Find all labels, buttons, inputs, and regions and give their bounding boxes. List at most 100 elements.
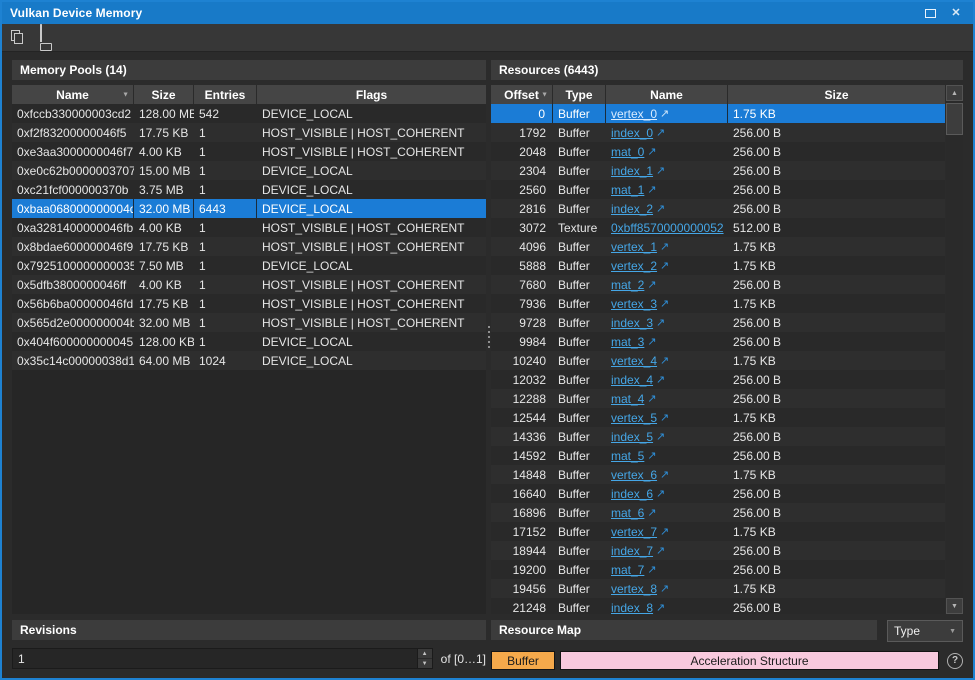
resources-scrollbar[interactable]: ▲ ▼ [946,85,963,614]
memory-pool-row[interactable]: 0xa3281400000046fb 4.00 KB 1 HOST_VISIBL… [12,218,486,237]
resource-link[interactable]: mat_2 [611,278,644,292]
go-to-resource-icon[interactable]: ↗ [660,297,669,310]
go-to-resource-icon[interactable]: ↗ [656,601,665,614]
column-header-size[interactable]: Size [134,85,194,104]
resource-link[interactable]: index_0 [611,126,653,140]
go-to-resource-icon[interactable]: ↗ [660,468,669,481]
resource-link[interactable]: vertex_6 [611,468,657,482]
memory-pool-row[interactable]: 0xc21fcf000000370b 3.75 MB 1 DEVICE_LOCA… [12,180,486,199]
go-to-resource-icon[interactable]: ↗ [656,544,665,557]
go-to-resource-icon[interactable]: ↗ [656,487,665,500]
resource-row[interactable]: 16896 Buffer mat_6 ↗ 256.00 B [491,503,945,522]
resource-link[interactable]: index_7 [611,544,653,558]
scrollbar-thumb[interactable] [946,103,963,135]
go-to-resource-icon[interactable]: ↗ [660,240,669,253]
revision-value[interactable]: 1 [13,649,417,668]
column-header-name[interactable]: Name ▼ [12,85,134,104]
resource-link[interactable]: mat_1 [611,183,644,197]
resource-row[interactable]: 14336 Buffer index_5 ↗ 256.00 B [491,427,945,446]
go-to-resource-icon[interactable]: ↗ [647,392,656,405]
go-to-resource-icon[interactable]: ↗ [660,107,669,120]
go-to-resource-icon[interactable]: ↗ [660,259,669,272]
close-button[interactable]: ✕ [947,5,965,21]
resource-row[interactable]: 10240 Buffer vertex_4 ↗ 1.75 KB [491,351,945,370]
go-to-resource-icon[interactable]: ↗ [656,126,665,139]
column-header-entries[interactable]: Entries [194,85,257,104]
resource-link[interactable]: index_3 [611,316,653,330]
column-header-size[interactable]: Size [728,85,945,104]
resource-row[interactable]: 14848 Buffer vertex_6 ↗ 1.75 KB [491,465,945,484]
memory-pool-row[interactable]: 0x7925100000000035 7.50 MB 1 DEVICE_LOCA… [12,256,486,275]
go-to-resource-icon[interactable]: ↗ [647,183,656,196]
memory-pool-row[interactable]: 0x5dfb3800000046ff 4.00 KB 1 HOST_VISIBL… [12,275,486,294]
resource-row[interactable]: 2048 Buffer mat_0 ↗ 256.00 B [491,142,945,161]
resource-row[interactable]: 19456 Buffer vertex_8 ↗ 1.75 KB [491,579,945,598]
resource-link[interactable]: index_4 [611,373,653,387]
resource-link[interactable]: vertex_2 [611,259,657,273]
title-bar[interactable]: Vulkan Device Memory ✕ [2,2,973,24]
go-to-resource-icon[interactable]: ↗ [656,164,665,177]
lock-button[interactable] [37,29,55,47]
revision-decrement-button[interactable]: ▼ [418,659,432,668]
resource-row[interactable]: 18944 Buffer index_7 ↗ 256.00 B [491,541,945,560]
resource-link[interactable]: mat_5 [611,449,644,463]
resource-row[interactable]: 9984 Buffer mat_3 ↗ 256.00 B [491,332,945,351]
go-to-resource-icon[interactable]: ↗ [647,335,656,348]
resource-link[interactable]: mat_3 [611,335,644,349]
resource-row[interactable]: 16640 Buffer index_6 ↗ 256.00 B [491,484,945,503]
scroll-up-button[interactable]: ▲ [946,85,963,101]
resource-row[interactable]: 4096 Buffer vertex_1 ↗ 1.75 KB [491,237,945,256]
go-to-resource-icon[interactable]: ↗ [656,202,665,215]
resource-row[interactable]: 5888 Buffer vertex_2 ↗ 1.75 KB [491,256,945,275]
float-window-button[interactable] [921,5,939,21]
resource-row[interactable]: 7680 Buffer mat_2 ↗ 256.00 B [491,275,945,294]
resource-row[interactable]: 21248 Buffer index_8 ↗ 256.00 B [491,598,945,614]
memory-pool-row[interactable]: 0xe3aa3000000046f7 4.00 KB 1 HOST_VISIBL… [12,142,486,161]
resource-row[interactable]: 7936 Buffer vertex_3 ↗ 1.75 KB [491,294,945,313]
go-to-resource-icon[interactable]: ↗ [647,278,656,291]
map-segment-acceleration-structure[interactable]: Acceleration Structure [560,651,939,670]
column-header-type[interactable]: Type [553,85,606,104]
resource-link[interactable]: vertex_4 [611,354,657,368]
resource-link[interactable]: index_2 [611,202,653,216]
memory-pool-row[interactable]: 0xf2f83200000046f5 17.75 KB 1 HOST_VISIB… [12,123,486,142]
column-header-name[interactable]: Name [606,85,728,104]
go-to-resource-icon[interactable]: ↗ [660,354,669,367]
resource-link[interactable]: vertex_5 [611,411,657,425]
resource-map-filter-dropdown[interactable]: Type ▼ [887,620,963,642]
resource-link[interactable]: vertex_0 [611,107,657,121]
go-to-resource-icon[interactable]: ↗ [647,145,656,158]
memory-pool-row[interactable]: 0x565d2e000000004b 32.00 MB 1 HOST_VISIB… [12,313,486,332]
memory-pool-row[interactable]: 0xbaa068000000004d 32.00 MB 6443 DEVICE_… [12,199,486,218]
resource-row[interactable]: 3072 Texture 0xbff8570000000052 ↗ 512.00… [491,218,945,237]
go-to-resource-icon[interactable]: ↗ [656,316,665,329]
memory-pool-row[interactable]: 0x35c14c00000038d1 64.00 MB 1024 DEVICE_… [12,351,486,370]
memory-pool-row[interactable]: 0x404f600000000045 128.00 KB 1 DEVICE_LO… [12,332,486,351]
resource-row[interactable]: 17152 Buffer vertex_7 ↗ 1.75 KB [491,522,945,541]
resource-link[interactable]: index_1 [611,164,653,178]
resource-link[interactable]: index_8 [611,601,653,615]
resource-row[interactable]: 2560 Buffer mat_1 ↗ 256.00 B [491,180,945,199]
copy-button[interactable] [9,29,27,47]
scrollbar-track[interactable] [946,101,963,598]
revision-spinner[interactable]: 1 ▲ ▼ [12,648,433,669]
help-button[interactable]: ? [947,653,963,669]
memory-pool-row[interactable]: 0xe0c62b0000003707 15.00 MB 1 DEVICE_LOC… [12,161,486,180]
go-to-resource-icon[interactable]: ↗ [656,430,665,443]
resource-row[interactable]: 9728 Buffer index_3 ↗ 256.00 B [491,313,945,332]
memory-pool-row[interactable]: 0x56b6ba00000046fd 17.75 KB 1 HOST_VISIB… [12,294,486,313]
resource-link[interactable]: mat_6 [611,506,644,520]
resource-row[interactable]: 12544 Buffer vertex_5 ↗ 1.75 KB [491,408,945,427]
scroll-down-button[interactable]: ▼ [946,598,963,614]
resource-row[interactable]: 12288 Buffer mat_4 ↗ 256.00 B [491,389,945,408]
go-to-resource-icon[interactable]: ↗ [660,411,669,424]
resource-link[interactable]: vertex_3 [611,297,657,311]
resource-link[interactable]: 0xbff8570000000052 [611,221,724,235]
go-to-resource-icon[interactable]: ↗ [647,563,656,576]
resource-row[interactable]: 19200 Buffer mat_7 ↗ 256.00 B [491,560,945,579]
column-header-flags[interactable]: Flags [257,85,486,104]
go-to-resource-icon[interactable]: ↗ [647,449,656,462]
resource-row[interactable]: 2304 Buffer index_1 ↗ 256.00 B [491,161,945,180]
resource-row[interactable]: 1792 Buffer index_0 ↗ 256.00 B [491,123,945,142]
resource-link[interactable]: index_5 [611,430,653,444]
